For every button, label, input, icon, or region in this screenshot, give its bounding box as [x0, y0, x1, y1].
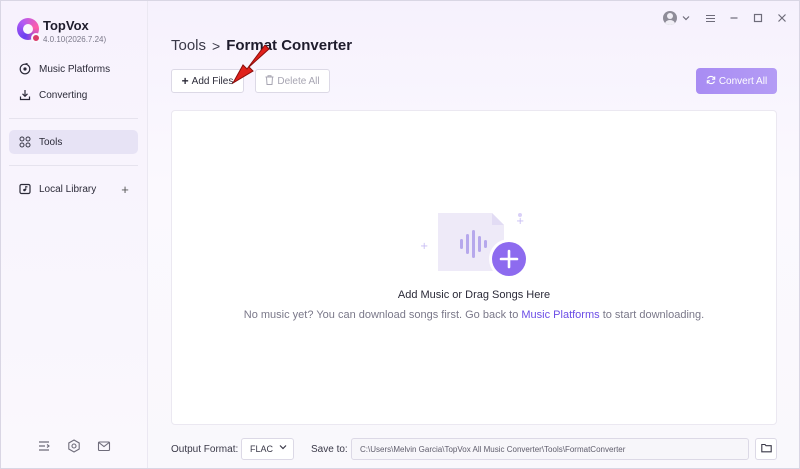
sidebar-item-music-platforms[interactable]: Music Platforms — [9, 57, 138, 81]
music-platforms-link[interactable]: Music Platforms — [521, 309, 599, 321]
delete-all-label: Delete All — [277, 75, 320, 87]
logo-badge — [31, 33, 41, 43]
breadcrumb-root[interactable]: Tools — [171, 37, 206, 54]
empty-state-text: No music yet? You can download songs fir… — [243, 309, 522, 321]
save-path-field[interactable]: C:\Users\Melvin Garcia\TopVox All Music … — [351, 438, 749, 460]
empty-state-subtitle: No music yet? You can download songs fir… — [172, 309, 776, 321]
save-to-label: Save to: — [311, 444, 348, 455]
add-files-label: Add Files — [191, 75, 234, 87]
library-icon — [19, 183, 31, 195]
minimize-icon[interactable] — [727, 11, 741, 25]
grid-icon — [19, 136, 31, 148]
close-icon[interactable] — [775, 11, 789, 25]
app-name: TopVox — [43, 18, 89, 33]
convert-all-label: Convert All — [718, 75, 768, 87]
chevron-right-icon: > — [212, 37, 221, 54]
refresh-icon — [706, 75, 716, 88]
menu-collapse-icon[interactable] — [37, 439, 51, 453]
sidebar-bottom-icons — [37, 439, 111, 453]
menu-icon[interactable] — [703, 11, 717, 25]
sidebar: TopVox 4.0.10(2026.7.24) Music Platforms… — [1, 1, 148, 468]
svg-text:+: + — [516, 216, 524, 227]
output-format-value: FLAC — [250, 444, 274, 454]
red-arrow-annotation — [231, 45, 270, 85]
sidebar-item-label: Local Library — [39, 183, 97, 195]
plus-icon: + — [181, 74, 189, 88]
output-format-label: Output Format: — [171, 444, 239, 455]
empty-state-text: to start downloading. — [599, 309, 705, 321]
output-format-select[interactable]: FLAC — [241, 438, 294, 460]
app-version: 4.0.10(2026.7.24) — [43, 35, 107, 44]
app-window: TopVox 4.0.10(2026.7.24) Music Platforms… — [0, 0, 800, 469]
sidebar-item-label: Tools — [39, 136, 63, 148]
music-file-illustration-icon: + + — [420, 213, 529, 279]
add-library-plus-icon[interactable]: + — [119, 182, 131, 197]
music-platform-icon — [19, 63, 31, 75]
browse-folder-button[interactable] — [755, 438, 777, 460]
avatar — [663, 11, 677, 25]
sidebar-item-converting[interactable]: Converting — [9, 83, 138, 107]
folder-icon — [760, 440, 772, 458]
convert-all-button[interactable]: Convert All — [696, 68, 777, 94]
maximize-icon[interactable] — [751, 11, 765, 25]
sidebar-divider — [9, 165, 138, 166]
settings-icon[interactable] — [67, 439, 81, 453]
sidebar-item-label: Converting — [39, 89, 88, 101]
chevron-down-icon — [279, 443, 287, 453]
chevron-down-icon[interactable] — [679, 11, 693, 25]
svg-text:+: + — [420, 241, 428, 252]
sidebar-item-label: Music Platforms — [39, 63, 111, 75]
window-controls — [663, 11, 789, 25]
account-avatar[interactable] — [663, 11, 677, 25]
sidebar-divider — [9, 118, 138, 119]
sidebar-item-tools[interactable]: Tools — [9, 130, 138, 154]
empty-state-title: Add Music or Drag Songs Here — [397, 289, 551, 301]
mail-icon[interactable] — [97, 439, 111, 453]
drop-zone[interactable]: + + Add Music or Drag Songs Here No musi… — [171, 110, 777, 425]
download-icon — [19, 89, 31, 101]
